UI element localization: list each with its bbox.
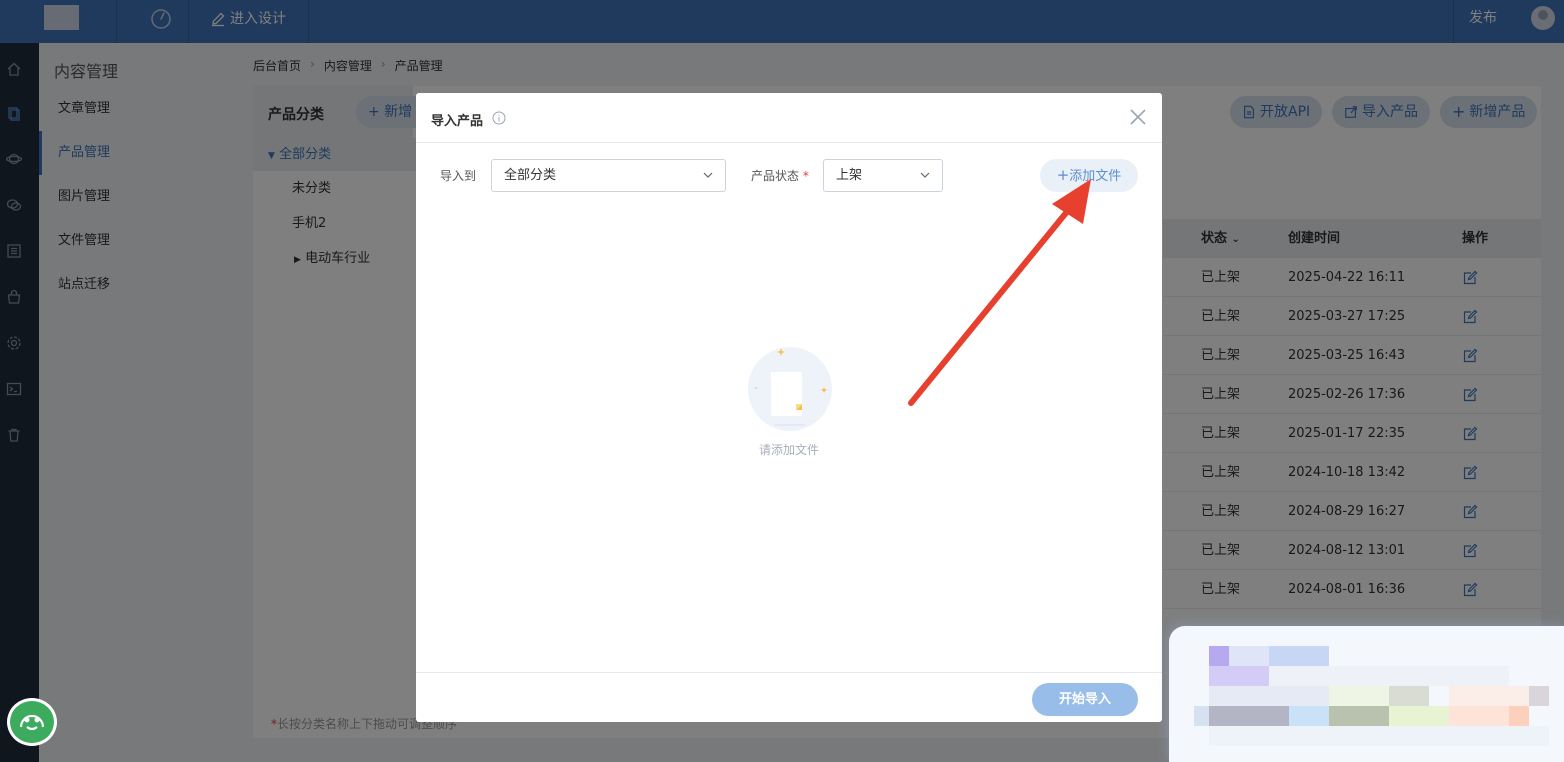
info-icon[interactable]	[492, 111, 506, 125]
empty-file-icon	[745, 345, 835, 435]
blurred-block	[1449, 706, 1509, 726]
dialog-header: 导入产品	[416, 93, 1162, 143]
blurred-block	[1389, 686, 1429, 706]
blurred-block	[1529, 686, 1549, 706]
product-status-select[interactable]: 上架	[823, 159, 943, 192]
blurred-block	[1329, 706, 1389, 726]
add-file-button[interactable]: +添加文件	[1040, 159, 1138, 192]
product-status-value: 上架	[836, 168, 863, 183]
dialog-title: 导入产品	[431, 114, 484, 129]
product-status-label: 产品状态 *	[751, 167, 809, 184]
blurred-notification[interactable]	[1169, 626, 1564, 762]
import-to-value: 全部分类	[504, 168, 557, 183]
blurred-block	[1209, 666, 1269, 686]
product-status-label-text: 产品状态	[751, 169, 800, 183]
dialog-footer: 开始导入	[416, 672, 1162, 722]
required-mark: *	[802, 169, 809, 183]
import-to-label: 导入到	[440, 169, 477, 183]
import-to-select[interactable]: 全部分类	[491, 159, 726, 192]
blurred-block	[1509, 706, 1529, 726]
blurred-block	[1194, 706, 1209, 726]
blurred-block	[1209, 706, 1289, 726]
import-products-dialog: 导入产品 导入到 全部分类 产品状态 * 上架 +添加文件 请添加文件 开始导入	[416, 93, 1162, 722]
add-file-label: 添加文件	[1069, 169, 1122, 184]
blurred-block	[1289, 706, 1329, 726]
chevron-down-icon	[703, 172, 713, 178]
close-icon[interactable]	[1129, 108, 1147, 126]
blurred-block	[1229, 646, 1269, 666]
blurred-block	[1269, 666, 1509, 686]
empty-hint: 请添加文件	[758, 443, 819, 457]
blurred-block	[1389, 706, 1449, 726]
plus-icon: +	[1056, 166, 1070, 184]
blurred-block	[1209, 646, 1229, 666]
blurred-block	[1449, 686, 1529, 706]
blurred-block	[1209, 686, 1329, 706]
blurred-block	[1209, 726, 1549, 746]
blurred-block	[1269, 646, 1329, 666]
start-import-button[interactable]: 开始导入	[1032, 683, 1138, 716]
customer-service-chat-icon[interactable]	[7, 698, 57, 746]
chevron-down-icon	[920, 172, 930, 178]
